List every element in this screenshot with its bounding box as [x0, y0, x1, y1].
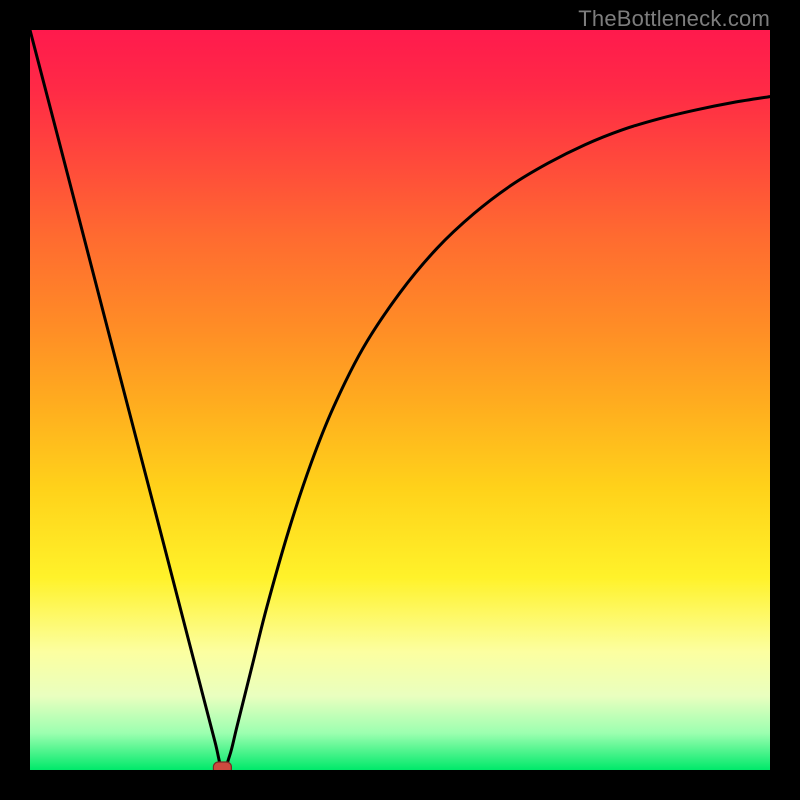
watermark-text: TheBottleneck.com [578, 6, 770, 32]
bottleneck-curve-svg [30, 30, 770, 770]
minimum-marker [213, 762, 231, 770]
bottleneck-curve-path [30, 30, 770, 770]
plot-area [30, 30, 770, 770]
chart-frame: { "watermark": "TheBottleneck.com", "col… [0, 0, 800, 800]
